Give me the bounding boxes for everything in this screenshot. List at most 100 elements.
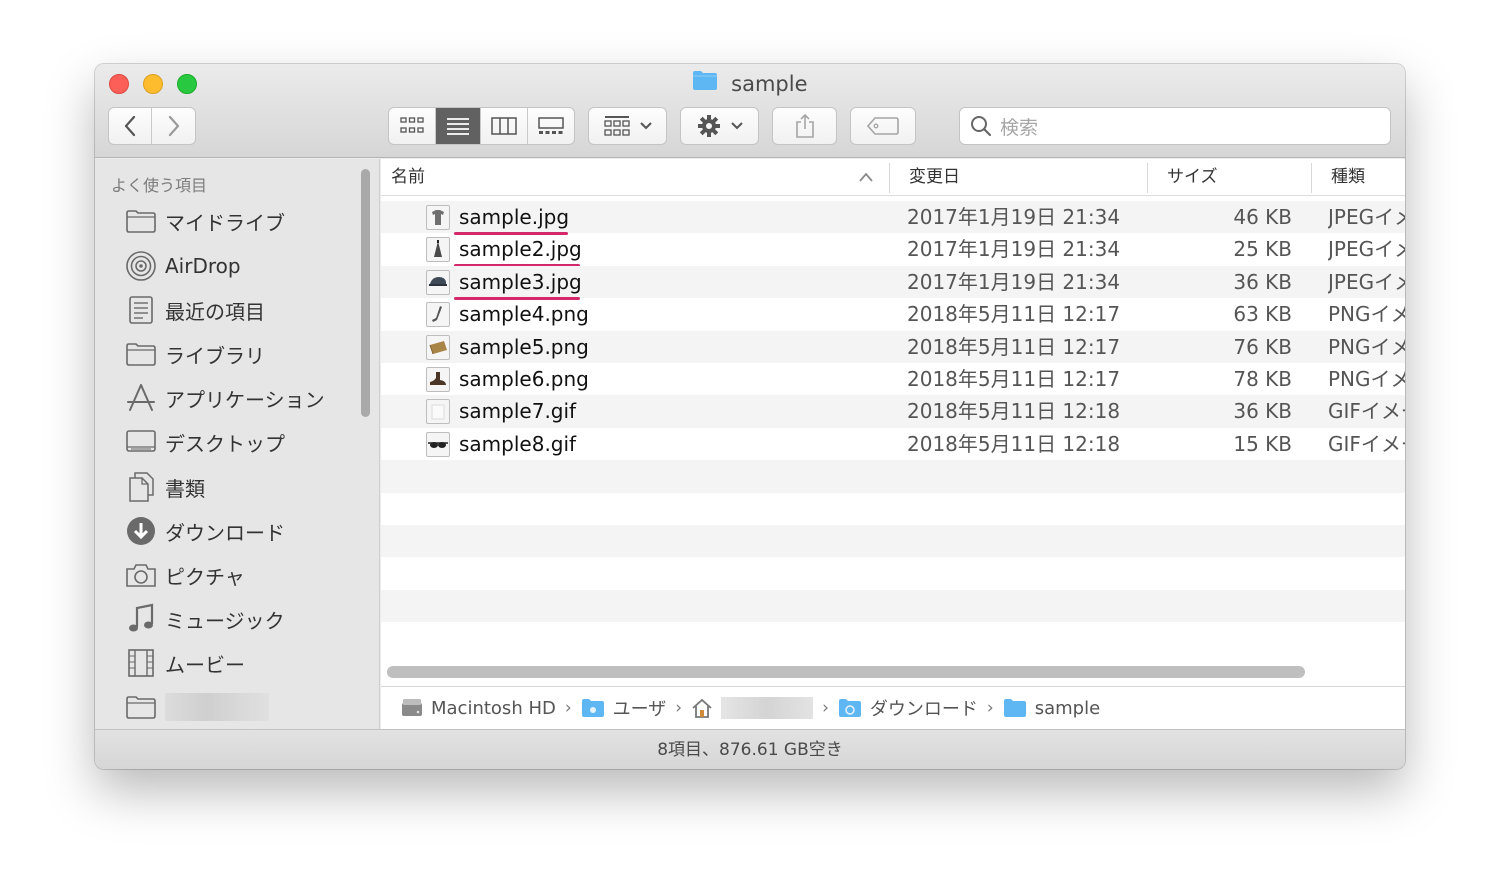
camera-icon xyxy=(125,559,157,591)
file-kind: PNGイメージ xyxy=(1328,334,1405,359)
sidebar-item-label: デスクトップ xyxy=(165,431,285,456)
chevron-right-icon xyxy=(168,115,179,137)
forward-button[interactable] xyxy=(152,108,195,144)
image-file-icon xyxy=(426,431,450,457)
folder-icon xyxy=(838,698,862,718)
folder-icon xyxy=(692,69,718,98)
icon-grid-icon xyxy=(400,117,424,133)
file-name: sample4.png xyxy=(459,302,589,327)
file-kind: JPEGイメージ xyxy=(1328,205,1405,229)
columns-icon xyxy=(491,117,517,135)
icon-view-button[interactable] xyxy=(389,108,436,144)
file-date: 2018年5月11日 12:17 xyxy=(907,302,1121,327)
back-button[interactable] xyxy=(109,108,153,144)
empty-row xyxy=(381,460,1405,493)
toolbar: sample 検索 xyxy=(95,64,1405,158)
sidebar-item-documents[interactable]: 書類 xyxy=(125,469,365,505)
search-field[interactable]: 検索 xyxy=(959,107,1391,145)
file-size: 46 KB xyxy=(1233,205,1292,229)
file-row[interactable]: sample3.jpg 2017年1月19日 21:34 36 KB JPEGイ… xyxy=(381,265,1405,300)
column-header-size[interactable]: サイズ xyxy=(1167,159,1218,196)
column-separator[interactable] xyxy=(1147,163,1148,193)
downloads-icon xyxy=(125,515,157,547)
sidebar-item-user-home[interactable] xyxy=(125,689,365,725)
file-row[interactable]: sample7.gif 2018年5月11日 12:18 36 KB GIFイメ… xyxy=(381,395,1405,428)
film-icon xyxy=(125,647,157,679)
chevron-down-icon xyxy=(639,122,652,130)
path-crumb-sample[interactable]: sample xyxy=(1003,698,1100,719)
tag-button[interactable] xyxy=(850,107,916,145)
hard-drive-icon xyxy=(401,697,423,719)
chevron-left-icon xyxy=(124,115,136,137)
file-name: sample7.gif xyxy=(459,399,577,424)
folder-icon xyxy=(1003,698,1027,718)
search-placeholder: 検索 xyxy=(1000,116,1039,139)
file-row[interactable]: sample2.jpg 2017年1月19日 21:34 25 KB JPEGイ… xyxy=(381,233,1405,268)
file-name: sample.jpg xyxy=(459,205,570,229)
sidebar-item-airdrop[interactable]: AirDrop xyxy=(125,248,365,284)
empty-row xyxy=(381,589,1405,623)
share-button[interactable] xyxy=(772,107,837,145)
sidebar-item-movies[interactable]: ムービー xyxy=(125,645,365,681)
column-view-button[interactable] xyxy=(481,108,528,144)
column-separator[interactable] xyxy=(889,163,890,193)
file-size: 63 KB xyxy=(1233,302,1292,327)
file-row[interactable]: sample8.gif 2018年5月11日 12:18 15 KB GIFイメ… xyxy=(381,428,1405,460)
file-size: 15 KB xyxy=(1233,431,1292,456)
folder-icon xyxy=(581,698,605,718)
column-header-kind[interactable]: 種類 xyxy=(1331,159,1365,196)
folder-icon xyxy=(125,338,157,370)
column-header: 名前 変更日 サイズ 種類 xyxy=(381,159,1405,196)
path-bar: Macintosh HD › ユーザ › › ダウンロード › sample xyxy=(381,686,1405,729)
sidebar-item-pictures[interactable]: ピクチャ xyxy=(125,557,365,593)
sidebar: よく使う項目 マイドライブ AirDrop 最近の項目 ライブラリ アプリケーシ… xyxy=(95,159,380,729)
list-view-button[interactable] xyxy=(435,108,482,144)
column-separator[interactable] xyxy=(1311,163,1312,193)
sort-ascending-icon xyxy=(859,172,873,182)
sidebar-item-downloads[interactable]: ダウンロード xyxy=(125,513,365,549)
file-name: sample2.jpg xyxy=(459,237,582,262)
path-crumb-label: ユーザ xyxy=(612,699,667,720)
sidebar-item-applications[interactable]: アプリケーション xyxy=(125,380,365,416)
file-row[interactable]: sample5.png 2018年5月11日 12:17 76 KB PNGイメ… xyxy=(381,330,1405,363)
path-separator: › xyxy=(675,698,683,718)
sidebar-item-library[interactable]: ライブラリ xyxy=(125,336,365,372)
path-crumb-downloads[interactable]: ダウンロード xyxy=(838,695,978,721)
home-icon xyxy=(691,697,713,719)
file-size: 36 KB xyxy=(1233,269,1292,294)
file-date: 2018年5月11日 12:18 xyxy=(907,431,1121,456)
path-crumb-label: ダウンロード xyxy=(869,699,978,720)
group-grid-icon xyxy=(603,116,630,136)
sidebar-item-desktop[interactable]: デスクトップ xyxy=(125,424,365,460)
sidebar-item-recents[interactable]: 最近の項目 xyxy=(125,292,365,328)
path-crumb-macintosh-hd[interactable]: Macintosh HD xyxy=(401,697,556,719)
folder-icon xyxy=(125,205,157,237)
share-icon xyxy=(795,113,814,138)
horizontal-scrollbar[interactable] xyxy=(387,666,1305,678)
sidebar-item-my-drive[interactable]: マイドライブ xyxy=(125,203,365,239)
file-name: sample6.png xyxy=(459,366,589,391)
empty-row xyxy=(381,557,1405,589)
status-bar: 8項目、876.61 GB空き xyxy=(95,729,1405,769)
file-row[interactable]: sample.jpg 2017年1月19日 21:34 46 KB JPEGイメ… xyxy=(381,201,1405,235)
column-header-modified[interactable]: 変更日 xyxy=(909,159,960,196)
group-by-button[interactable] xyxy=(588,107,667,145)
path-crumb-users[interactable]: ユーザ xyxy=(581,695,667,721)
file-kind: JPEGイメージ xyxy=(1328,237,1405,262)
action-menu-button[interactable] xyxy=(680,107,759,145)
gallery-view-button[interactable] xyxy=(528,108,574,144)
file-kind: GIFイメージ xyxy=(1328,431,1405,456)
sidebar-scrollbar[interactable] xyxy=(361,169,370,417)
path-crumb-label: sample xyxy=(1034,697,1101,719)
file-row[interactable]: sample6.png 2018年5月11日 12:17 78 KB PNGイメ… xyxy=(381,363,1405,395)
view-mode-control xyxy=(388,107,575,145)
file-size: 76 KB xyxy=(1233,334,1292,359)
file-row[interactable]: sample4.png 2018年5月11日 12:17 63 KB PNGイメ… xyxy=(381,298,1405,330)
documents-icon xyxy=(125,471,157,503)
path-crumb-home[interactable] xyxy=(691,697,814,719)
file-date: 2018年5月11日 12:17 xyxy=(907,334,1121,359)
sidebar-item-music[interactable]: ミュージック xyxy=(125,601,365,637)
file-kind: GIFイメージ xyxy=(1328,399,1405,424)
column-header-name[interactable]: 名前 xyxy=(391,159,425,196)
file-date: 2017年1月19日 21:34 xyxy=(907,205,1121,229)
